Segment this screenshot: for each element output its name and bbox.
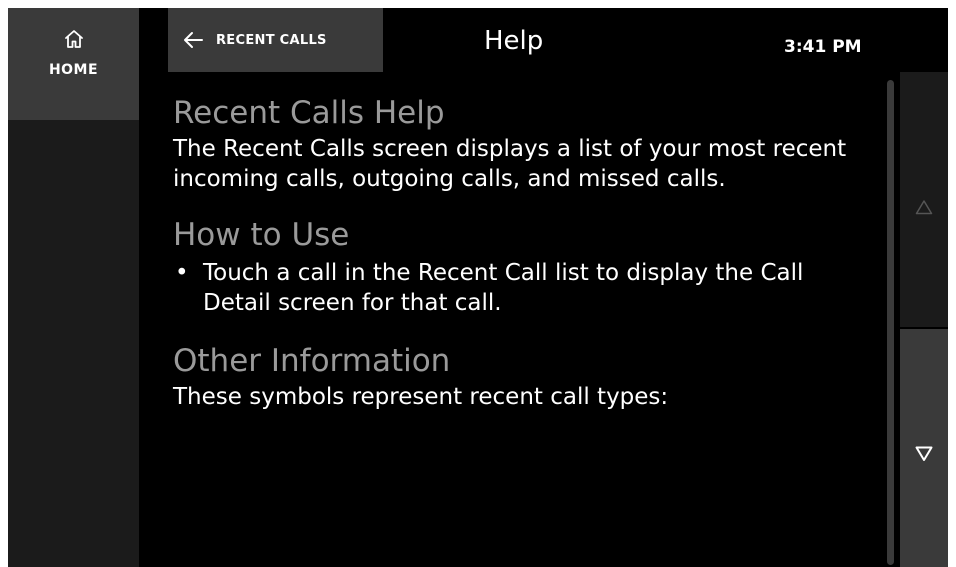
help-screen: HOME RECENT CALLS Help 3:41 PM Recent Ca… <box>8 8 948 567</box>
triangle-down-icon <box>915 446 933 461</box>
section-body-other-information: These symbols represent recent call type… <box>173 384 669 410</box>
help-content: Recent Calls Help The Recent Calls scree… <box>173 94 878 412</box>
section-heading-other-information: Other Information <box>173 343 451 379</box>
home-icon <box>64 30 83 48</box>
left-nav: HOME <box>8 8 139 567</box>
section-heading-how-to-use: How to Use <box>173 217 350 253</box>
section-body-recent-calls-help: The Recent Calls screen displays a list … <box>173 136 847 192</box>
home-button[interactable]: HOME <box>8 8 139 120</box>
back-button[interactable]: RECENT CALLS <box>168 8 383 72</box>
home-label: HOME <box>48 62 99 78</box>
triangle-up-icon <box>915 200 933 215</box>
back-label: RECENT CALLS <box>216 32 327 48</box>
scroll-down-button[interactable] <box>900 329 948 567</box>
scroll-up-button[interactable] <box>900 72 948 327</box>
bullet-text: Touch a call in the Recent Call list to … <box>203 260 804 316</box>
bullet-mark: • <box>175 260 189 286</box>
clock: 3:41 PM <box>784 37 862 57</box>
scrollbar[interactable] <box>887 80 894 565</box>
section-heading-recent-calls-help: Recent Calls Help <box>173 95 445 131</box>
page-title: Help <box>484 26 544 56</box>
arrow-left-icon <box>184 32 203 48</box>
list-item: • Touch a call in the Recent Call list t… <box>173 258 878 318</box>
